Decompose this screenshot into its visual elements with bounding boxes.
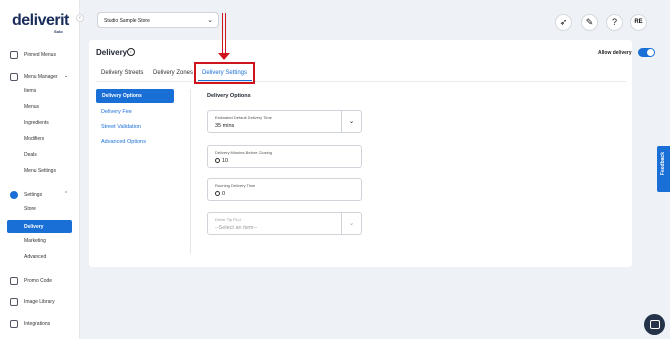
- chevron-down-icon: ⌄: [207, 17, 213, 24]
- logo: deliverit: [12, 12, 69, 29]
- allow-delivery-label: Allow delivery: [598, 50, 632, 56]
- sidebar-item-store[interactable]: Store: [24, 206, 36, 212]
- sidebar-item-modifiers[interactable]: Modifiers: [24, 136, 44, 142]
- sidebar-item-advanced[interactable]: Advanced: [24, 254, 46, 260]
- minutes-before-closing-field[interactable]: Delivery Minutes Before Closing 10: [207, 145, 362, 168]
- side-menu-label: Delivery Options: [102, 93, 142, 99]
- pin-icon: [10, 51, 18, 59]
- annotation-arrow-head: [218, 53, 230, 60]
- side-menu-delivery-options[interactable]: Delivery Options: [96, 89, 174, 103]
- annotation-arrow-shaft: [222, 13, 226, 55]
- logo-subtitle: Solo: [54, 29, 63, 34]
- help-icon[interactable]: ?: [606, 14, 623, 31]
- sidebar-item-label: Integrations: [24, 321, 51, 327]
- sidebar-item-image-library[interactable]: Image Library: [10, 298, 55, 306]
- default-delivery-time-select[interactable]: Estimated Default Delivery Time 35 mins …: [207, 110, 362, 133]
- chat-icon[interactable]: [644, 314, 665, 335]
- section-title: Delivery Options: [207, 93, 251, 99]
- side-menu-advanced-options[interactable]: Advanced Options: [101, 139, 146, 145]
- sidebar-item-label: Delivery: [24, 224, 44, 230]
- field-label: Driver Tip PLU: [215, 217, 242, 222]
- side-menu-delivery-fee[interactable]: Delivery Fee: [101, 109, 132, 115]
- sidebar-item-integrations[interactable]: Integrations: [10, 320, 50, 328]
- field-label: Delivery Minutes Before Closing: [215, 150, 272, 155]
- sidebar-item-marketing[interactable]: Marketing: [24, 238, 46, 244]
- sidebar-item-label: Promo Code: [24, 278, 53, 284]
- notes-icon[interactable]: ✎: [581, 14, 598, 31]
- clock-icon: [215, 191, 220, 196]
- running-delivery-time-field[interactable]: Running Delivery Time 0: [207, 178, 362, 201]
- store-select[interactable]: Studio Sample Store ⌄: [97, 12, 219, 28]
- chevron-down-icon[interactable]: ⌄: [64, 73, 68, 79]
- plug-icon: [10, 320, 18, 328]
- tag-icon: [10, 277, 18, 285]
- chevron-down-icon[interactable]: ⌄: [341, 111, 361, 132]
- feedback-label: Feedback: [660, 152, 666, 176]
- tab-delivery-zones[interactable]: Delivery Zones: [153, 70, 193, 76]
- chevron-up-icon[interactable]: ⌃: [64, 191, 68, 197]
- chevron-down-icon[interactable]: ⌄: [341, 213, 361, 234]
- sidebar-item-delivery[interactable]: Delivery: [7, 220, 72, 233]
- clock-icon: [215, 158, 220, 163]
- driver-tip-plu-select[interactable]: Driver Tip PLU --Select an item-- ⌄: [207, 212, 362, 235]
- field-label: Running Delivery Time: [215, 183, 256, 188]
- sidebar-item-items[interactable]: Items: [24, 88, 36, 94]
- sidebar-item-ingredients[interactable]: Ingredients: [24, 120, 49, 126]
- store-select-value: Studio Sample Store: [104, 18, 150, 24]
- toggle-knob: [647, 49, 654, 56]
- sidebar-item-label: Menu Manager: [24, 74, 58, 80]
- info-icon[interactable]: i: [127, 48, 135, 56]
- field-value: 10: [222, 158, 229, 164]
- field-value-wrap: 0: [215, 191, 225, 197]
- menu-icon: [10, 73, 18, 81]
- tab-divider: [96, 81, 626, 82]
- field-label: Estimated Default Delivery Time: [215, 115, 272, 120]
- sidebar-item-deals[interactable]: Deals: [24, 152, 37, 158]
- side-menu-street-validation[interactable]: Street Validation: [101, 124, 141, 130]
- sidebar-item-menu-settings[interactable]: Menu Settings: [24, 168, 56, 174]
- rocket-icon[interactable]: ➶: [555, 14, 572, 31]
- sidebar-item-promo-code[interactable]: Promo Code: [10, 277, 52, 285]
- field-value: 35 mins: [215, 123, 235, 129]
- sidebar-item-menus[interactable]: Menus: [24, 104, 39, 110]
- annotation-highlight-box: [194, 62, 255, 84]
- gear-icon: [10, 191, 18, 199]
- sidebar-item-label: Image Library: [24, 299, 55, 305]
- sidebar-item-label: Pinned Menus: [24, 52, 56, 58]
- sidebar-item-label: Settings: [24, 192, 43, 198]
- sidebar-item-pinned-menus[interactable]: Pinned Menus: [10, 51, 56, 59]
- allow-delivery-toggle[interactable]: [638, 48, 655, 57]
- sidebar-item-menu-manager[interactable]: Menu Manager: [10, 73, 58, 81]
- field-value: 0: [222, 191, 226, 197]
- avatar[interactable]: RE: [630, 14, 647, 31]
- image-icon: [10, 298, 18, 306]
- field-value-wrap: 10: [215, 158, 228, 164]
- feedback-button[interactable]: Feedback: [657, 146, 670, 192]
- page-title: Delivery: [96, 48, 128, 57]
- field-placeholder: --Select an item--: [215, 225, 258, 231]
- sidebar-item-settings[interactable]: Settings: [10, 191, 42, 199]
- sidebar: deliverit Solo Pinned Menus Menu Manager…: [0, 0, 80, 339]
- divider: [190, 89, 191, 254]
- collapse-sidebar-button[interactable]: ‹: [76, 14, 84, 22]
- tab-delivery-streets[interactable]: Delivery Streets: [101, 70, 143, 76]
